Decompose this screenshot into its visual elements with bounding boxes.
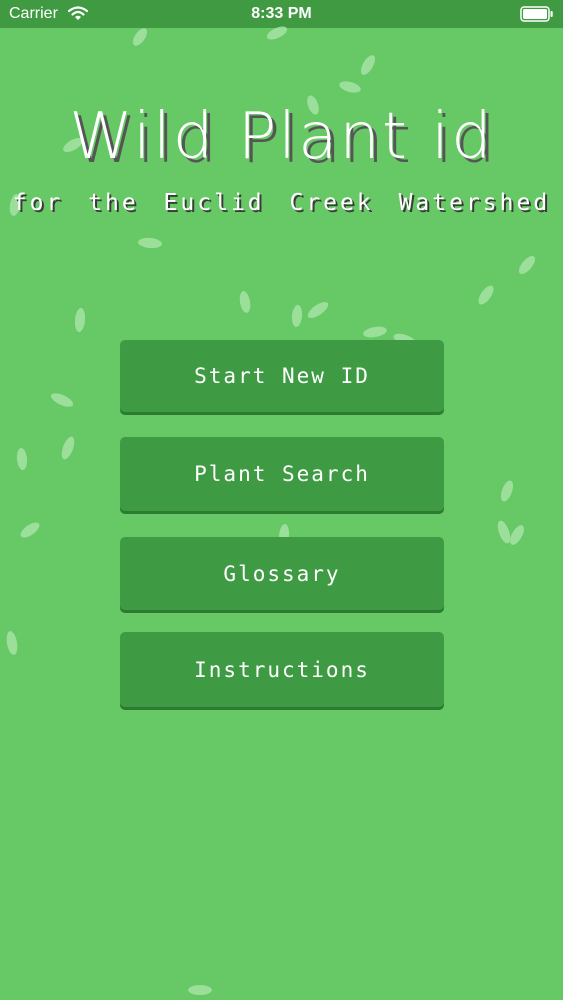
- plant-search-button[interactable]: Plant Search: [120, 437, 444, 511]
- app-title: Wild Plant id: [69, 100, 494, 174]
- battery-icon: [520, 6, 553, 22]
- status-bar: Carrier 8:33 PM: [0, 0, 563, 28]
- glossary-button[interactable]: Glossary: [120, 537, 444, 610]
- instructions-button[interactable]: Instructions: [120, 632, 444, 707]
- glossary-label: Glossary: [223, 561, 341, 586]
- instructions-label: Instructions: [194, 657, 370, 682]
- plant-search-label: Plant Search: [194, 462, 370, 486]
- start-new-id-label: Start New ID: [194, 364, 370, 388]
- app-subtitle: for the Euclid Creek Watershed: [12, 190, 551, 216]
- clock-time: 8:33 PM: [251, 5, 312, 22]
- start-new-id-button[interactable]: Start New ID: [120, 340, 444, 412]
